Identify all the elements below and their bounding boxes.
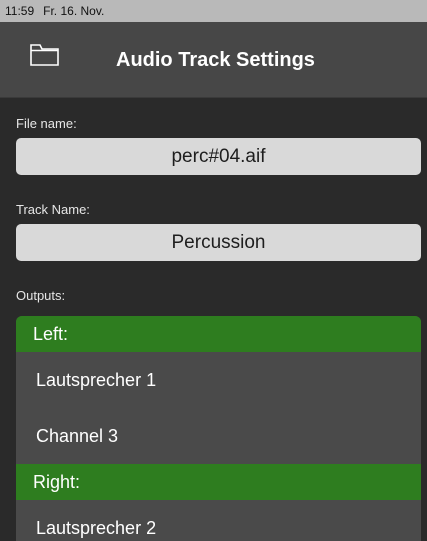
nav-bar: Audio Track Settings bbox=[0, 22, 427, 98]
status-date: Fr. 16. Nov. bbox=[43, 4, 105, 18]
file-name-label: File name: bbox=[16, 116, 77, 131]
folder-icon[interactable] bbox=[30, 43, 59, 67]
output-item[interactable]: Channel 3 bbox=[16, 408, 421, 464]
output-item[interactable]: Lautsprecher 1 bbox=[16, 352, 421, 408]
output-group-header-right: Right: bbox=[16, 464, 421, 500]
track-name-label: Track Name: bbox=[16, 202, 90, 217]
file-name-field[interactable] bbox=[16, 138, 421, 175]
output-group-header-left: Left: bbox=[16, 316, 421, 352]
page-title: Audio Track Settings bbox=[116, 49, 315, 71]
settings-content: File name: Track Name: Outputs: Left: La… bbox=[0, 98, 427, 541]
output-item[interactable]: Lautsprecher 2 bbox=[16, 500, 421, 541]
track-name-field[interactable] bbox=[16, 224, 421, 261]
outputs-label: Outputs: bbox=[16, 288, 66, 303]
outputs-list: Left: Lautsprecher 1 Channel 3 Right: La… bbox=[16, 316, 421, 541]
screen: 11:59 Fr. 16. Nov. Audio Track Settings F… bbox=[0, 0, 427, 541]
status-time: 11:59 bbox=[5, 4, 35, 18]
status-bar: 11:59 Fr. 16. Nov. bbox=[0, 0, 427, 22]
